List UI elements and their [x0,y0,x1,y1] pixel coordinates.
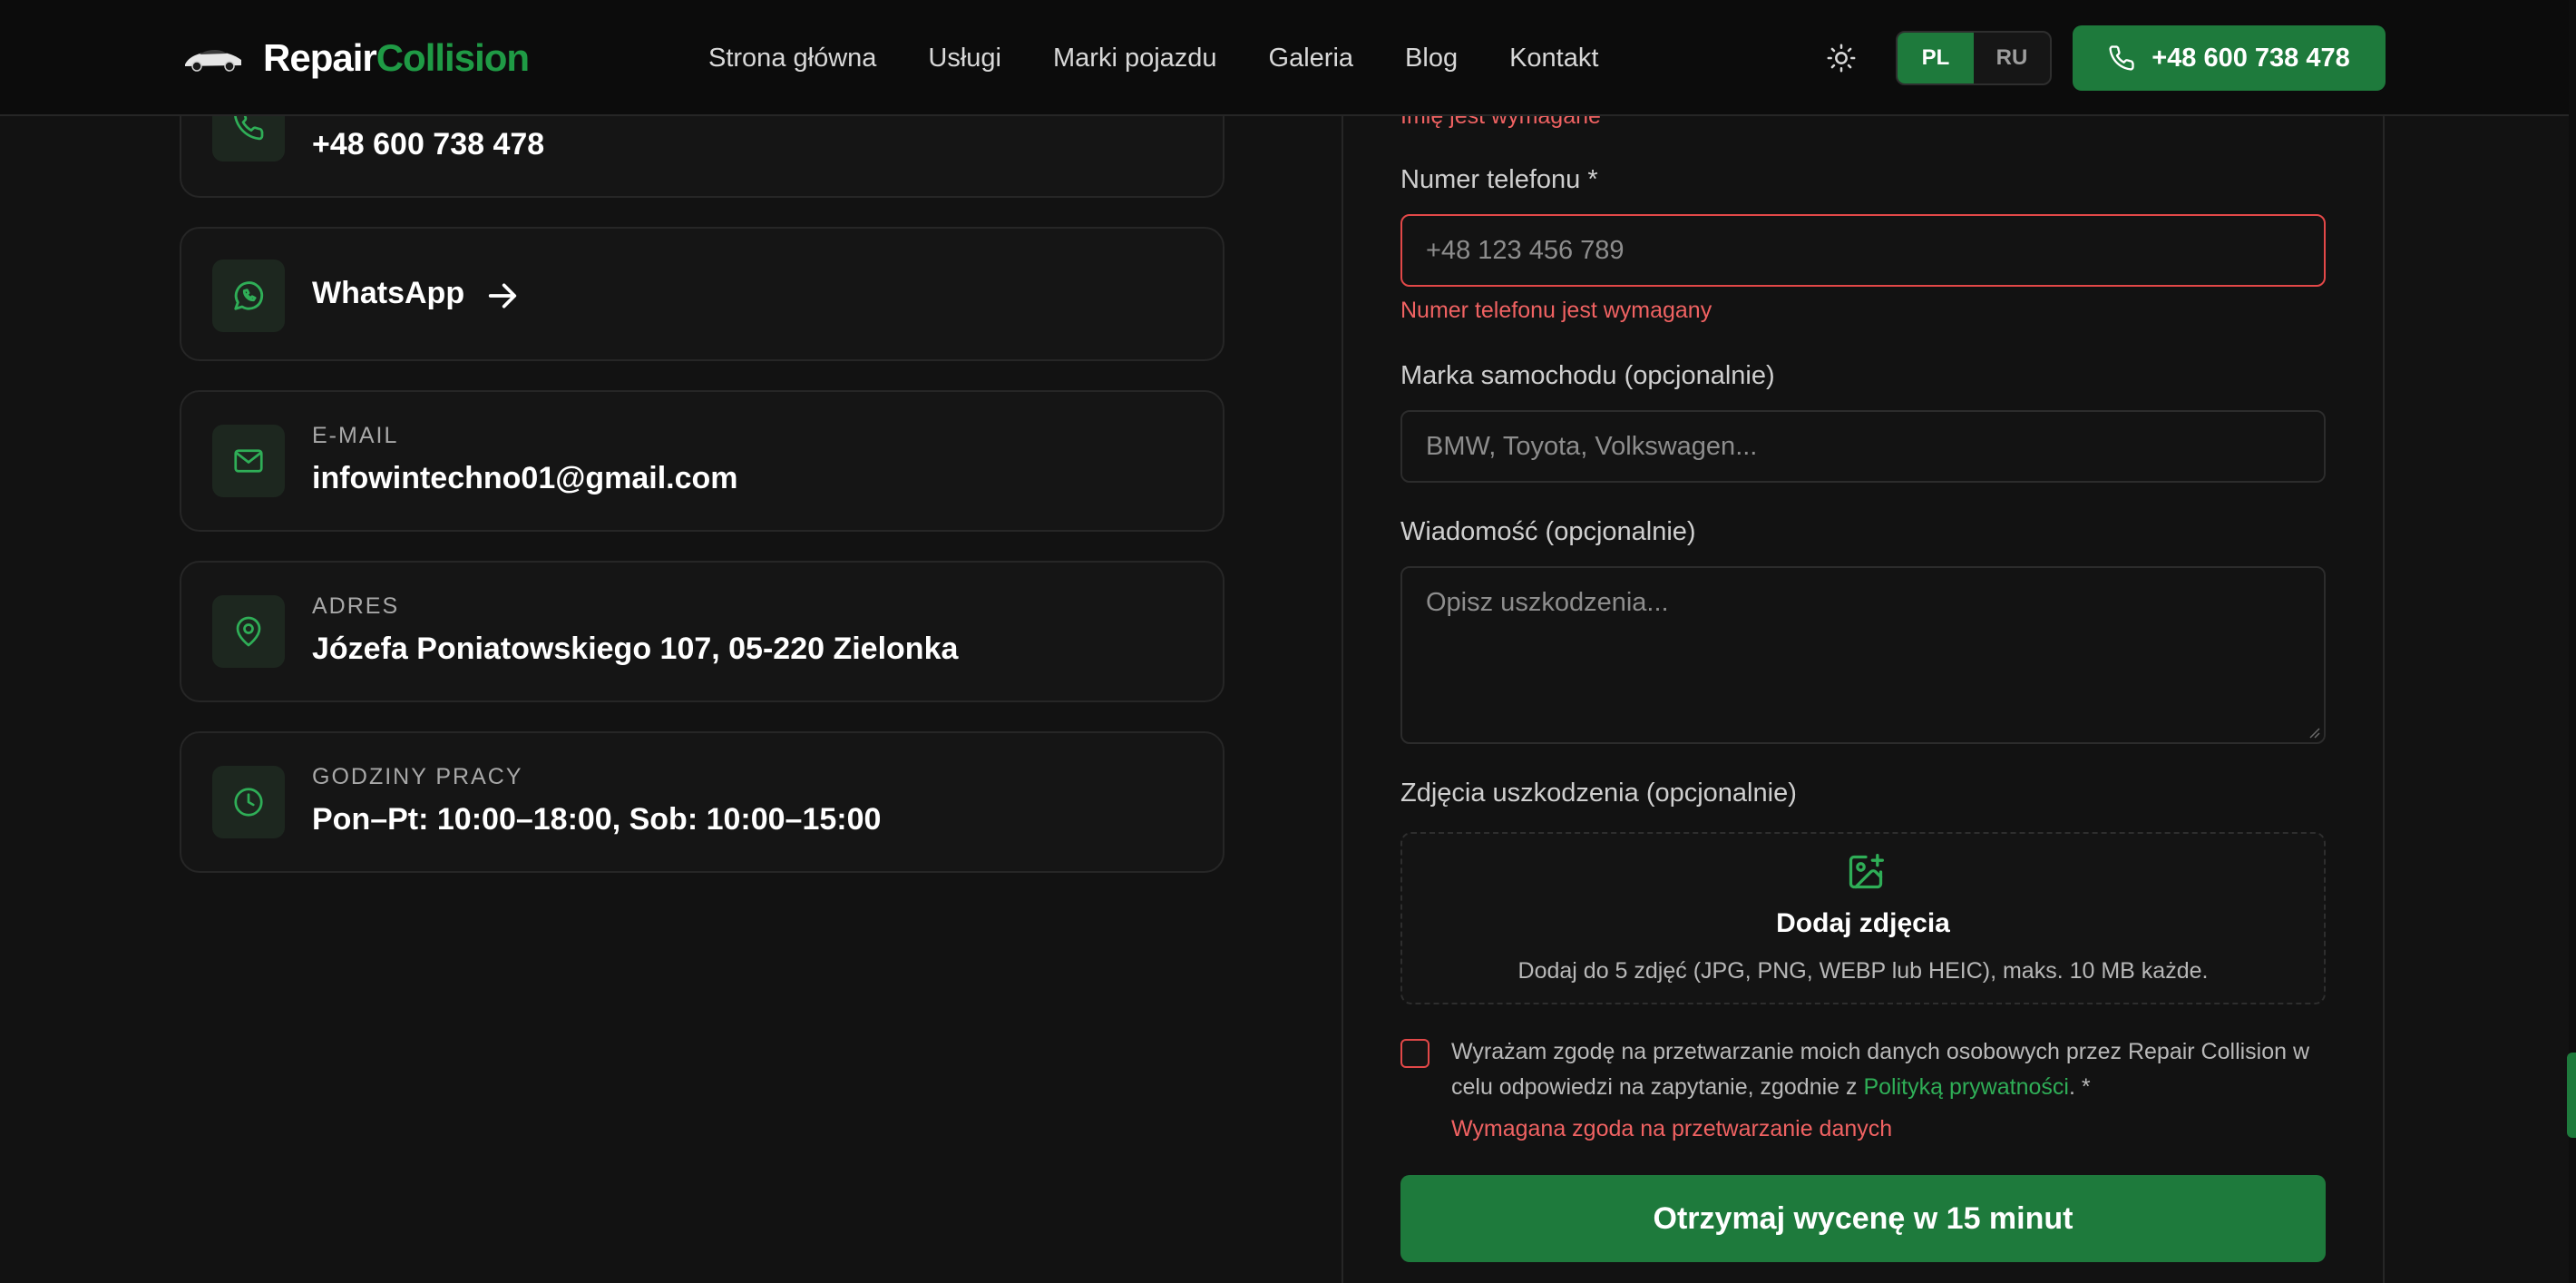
header-phone-button[interactable]: +48 600 738 478 [2073,25,2386,91]
header-phone-label: +48 600 738 478 [2152,43,2350,73]
phone-icon [2109,45,2134,71]
hours-card: GODZINY PRACY Pon–Pt: 10:00–18:00, Sob: … [180,731,1225,873]
email-value[interactable]: infowintechno01@gmail.com [312,461,738,496]
photo-upload-dropzone[interactable]: Dodaj zdjęcia Dodaj do 5 zdjęć (JPG, PNG… [1400,832,2326,1004]
lang-pl-button[interactable]: PL [1898,33,1974,83]
whatsapp-icon [212,260,285,332]
phone-field-label: Numer telefonu * [1400,165,1598,194]
consent-text: Wyrażam zgodę na przetwarzanie moich dan… [1451,1034,2322,1105]
whatsapp-label: WhatsApp [312,276,465,310]
message-field-label: Wiadomość (opcjonalnie) [1400,517,1696,546]
nav-services[interactable]: Usługi [928,44,1001,73]
resize-handle-icon[interactable] [2308,726,2320,739]
consent-error: Wymagana zgoda na przetwarzanie danych [1451,1116,1893,1141]
privacy-policy-link[interactable]: Polityką prywatności [1863,1074,2068,1100]
phone-field[interactable]: +48 123 456 789 [1400,214,2326,287]
logo[interactable]: RepairCollision [181,31,530,85]
arrow-right-icon [488,283,517,309]
phone-field-placeholder: +48 123 456 789 [1426,235,1625,265]
photos-label: Zdjęcia uszkodzenia (opcjonalnie) [1400,779,1797,808]
image-plus-icon [1849,854,1884,889]
language-switcher: PL RU [1896,31,2052,85]
brand-field-placeholder: BMW, Toyota, Volkswagen... [1426,431,1758,461]
whatsapp-card[interactable]: WhatsApp [180,227,1225,361]
nav-vehicle-brands[interactable]: Marki pojazdu [1053,44,1217,73]
brand-field[interactable]: BMW, Toyota, Volkswagen... [1400,410,2326,483]
message-field[interactable]: Opisz uszkodzenia... [1400,566,2326,744]
email-card[interactable]: E-MAIL infowintechno01@gmail.com [180,390,1225,532]
submit-quote-button[interactable]: Otrzymaj wycenę w 15 minut [1400,1175,2326,1262]
logo-text-collision: Collision [376,36,530,79]
car-logo-icon [185,49,241,72]
lang-ru-button[interactable]: RU [1974,33,2050,83]
message-field-placeholder: Opisz uszkodzenia... [1426,588,1669,617]
hours-value: Pon–Pt: 10:00–18:00, Sob: 10:00–15:00 [312,802,882,837]
nav-home[interactable]: Strona główna [708,44,876,73]
logo-text-repair: Repair [263,36,377,79]
brand-field-label: Marka samochodu (opcjonalnie) [1400,361,1775,390]
nav-gallery[interactable]: Galeria [1269,44,1354,73]
page: +48 600 738 478 WhatsApp E-MAIL infowint… [0,0,2576,1283]
side-floating-tab[interactable] [2567,1053,2576,1138]
address-label: ADRES [312,593,400,619]
upload-hint: Dodaj do 5 zdjęć (JPG, PNG, WEBP lub HEI… [1517,958,2209,984]
hours-label: GODZINY PRACY [312,764,523,789]
phone-value[interactable]: +48 600 738 478 [312,127,544,162]
theme-toggle-button[interactable] [1820,36,1863,80]
upload-title: Dodaj zdjęcia [1776,908,1950,938]
address-card: ADRES Józefa Poniatowskiego 107, 05-220 … [180,561,1225,702]
location-pin-icon [212,595,285,668]
nav-contact[interactable]: Kontakt [1509,44,1598,73]
email-label: E-MAIL [312,423,399,448]
mail-icon [212,425,285,497]
sun-icon [1827,44,1856,73]
clock-icon [212,766,285,838]
main-nav: Strona główna Usługi Marki pojazdu Galer… [708,36,1598,80]
nav-blog[interactable]: Blog [1405,44,1458,73]
consent-checkbox[interactable] [1400,1039,1429,1068]
address-value: Józefa Poniatowskiego 107, 05-220 Zielon… [312,632,959,666]
consent-text-after: . * [2068,1074,2091,1100]
site-header: RepairCollision Strona główna Usługi Mar… [0,0,2569,116]
phone-error: Numer telefonu jest wymagany [1400,298,1712,323]
